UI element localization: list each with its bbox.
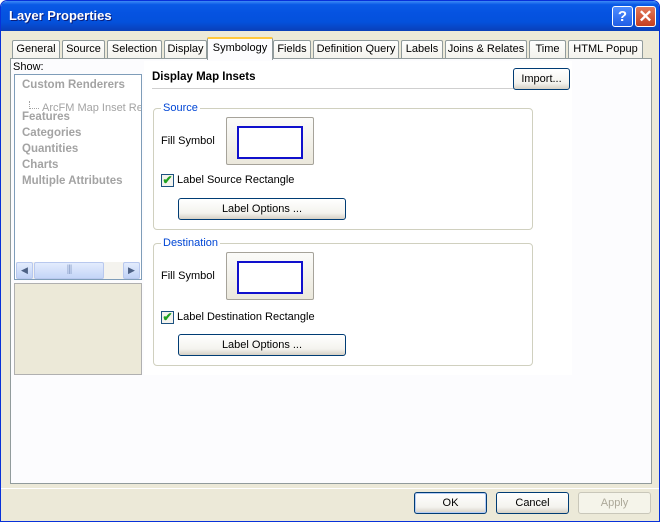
scroll-left-icon[interactable]: ◀ <box>16 262 33 279</box>
apply-button[interactable]: Apply <box>578 492 651 514</box>
tab-source[interactable]: Source <box>62 40 105 59</box>
tree-item-quantities[interactable]: Quantities <box>22 143 78 155</box>
destination-group-title: Destination <box>161 237 221 249</box>
destination-label-options-button[interactable]: Label Options ... <box>178 334 346 356</box>
scroll-right-icon[interactable]: ▶ <box>123 262 140 279</box>
tree-item-categories[interactable]: Categories <box>22 127 81 139</box>
import-button[interactable]: Import... <box>513 68 570 90</box>
ok-button[interactable]: OK <box>414 492 487 514</box>
tab-general[interactable]: General <box>12 40 60 59</box>
tree-item-custom-renderers[interactable]: Custom Renderers <box>22 79 125 91</box>
source-fill-label: Fill Symbol <box>161 135 215 147</box>
tree-item-multiple-attributes[interactable]: Multiple Attributes <box>22 175 123 187</box>
tree-item-charts[interactable]: Charts <box>22 159 58 171</box>
symbology-panel: Show: Custom Renderers ArcFM Map Inset R… <box>10 58 652 484</box>
tab-time[interactable]: Time <box>529 40 566 59</box>
source-group-title: Source <box>161 102 200 114</box>
destination-fill-swatch <box>237 261 303 294</box>
destination-fill-label: Fill Symbol <box>161 270 215 282</box>
tree-connector <box>29 101 39 109</box>
tab-labels[interactable]: Labels <box>401 40 443 59</box>
layer-properties-dialog: Layer Properties ? ✕ General Source Sele… <box>0 0 660 522</box>
source-label-options-button[interactable]: Label Options ... <box>178 198 346 220</box>
tree-item-features[interactable]: Features <box>22 111 70 123</box>
tab-symbology[interactable]: Symbology <box>207 37 273 60</box>
destination-label-checkbox-label[interactable]: Label Destination Rectangle <box>177 311 315 323</box>
tab-joins-relates[interactable]: Joins & Relates <box>445 40 527 59</box>
title-bar[interactable]: Layer Properties ? ✕ <box>1 1 659 31</box>
show-label: Show: <box>13 61 44 73</box>
tab-display[interactable]: Display <box>164 40 207 59</box>
scroll-thumb[interactable]: ||| <box>34 262 104 279</box>
tab-fields[interactable]: Fields <box>273 40 311 59</box>
tab-selection[interactable]: Selection <box>107 40 162 59</box>
help-icon[interactable]: ? <box>612 6 633 27</box>
source-fill-swatch <box>237 126 303 159</box>
destination-label-checkbox[interactable]: ✔ <box>161 311 174 324</box>
tab-definition-query[interactable]: Definition Query <box>313 40 399 59</box>
horizontal-scrollbar[interactable]: ◀ ||| ▶ <box>16 262 140 279</box>
heading-divider <box>152 88 515 89</box>
page-title: Display Map Insets <box>152 71 256 83</box>
footer-divider <box>1 488 659 489</box>
close-icon[interactable]: ✕ <box>635 6 656 27</box>
source-fill-symbol-button[interactable] <box>226 117 314 165</box>
renderer-tree[interactable]: Custom Renderers ArcFM Map Inset Ren Fea… <box>14 74 142 280</box>
source-label-checkbox-label[interactable]: Label Source Rectangle <box>177 174 294 186</box>
tab-html-popup[interactable]: HTML Popup <box>568 40 643 59</box>
window-title: Layer Properties <box>9 8 112 23</box>
source-label-checkbox[interactable]: ✔ <box>161 174 174 187</box>
renderer-preview <box>14 283 142 375</box>
source-group: Source Fill Symbol ✔ Label Source Rectan… <box>153 102 533 230</box>
destination-fill-symbol-button[interactable] <box>226 252 314 300</box>
cancel-button[interactable]: Cancel <box>496 492 569 514</box>
destination-group: Destination Fill Symbol ✔ Label Destinat… <box>153 237 533 366</box>
tab-strip: General Source Selection Display Symbolo… <box>1 37 659 60</box>
